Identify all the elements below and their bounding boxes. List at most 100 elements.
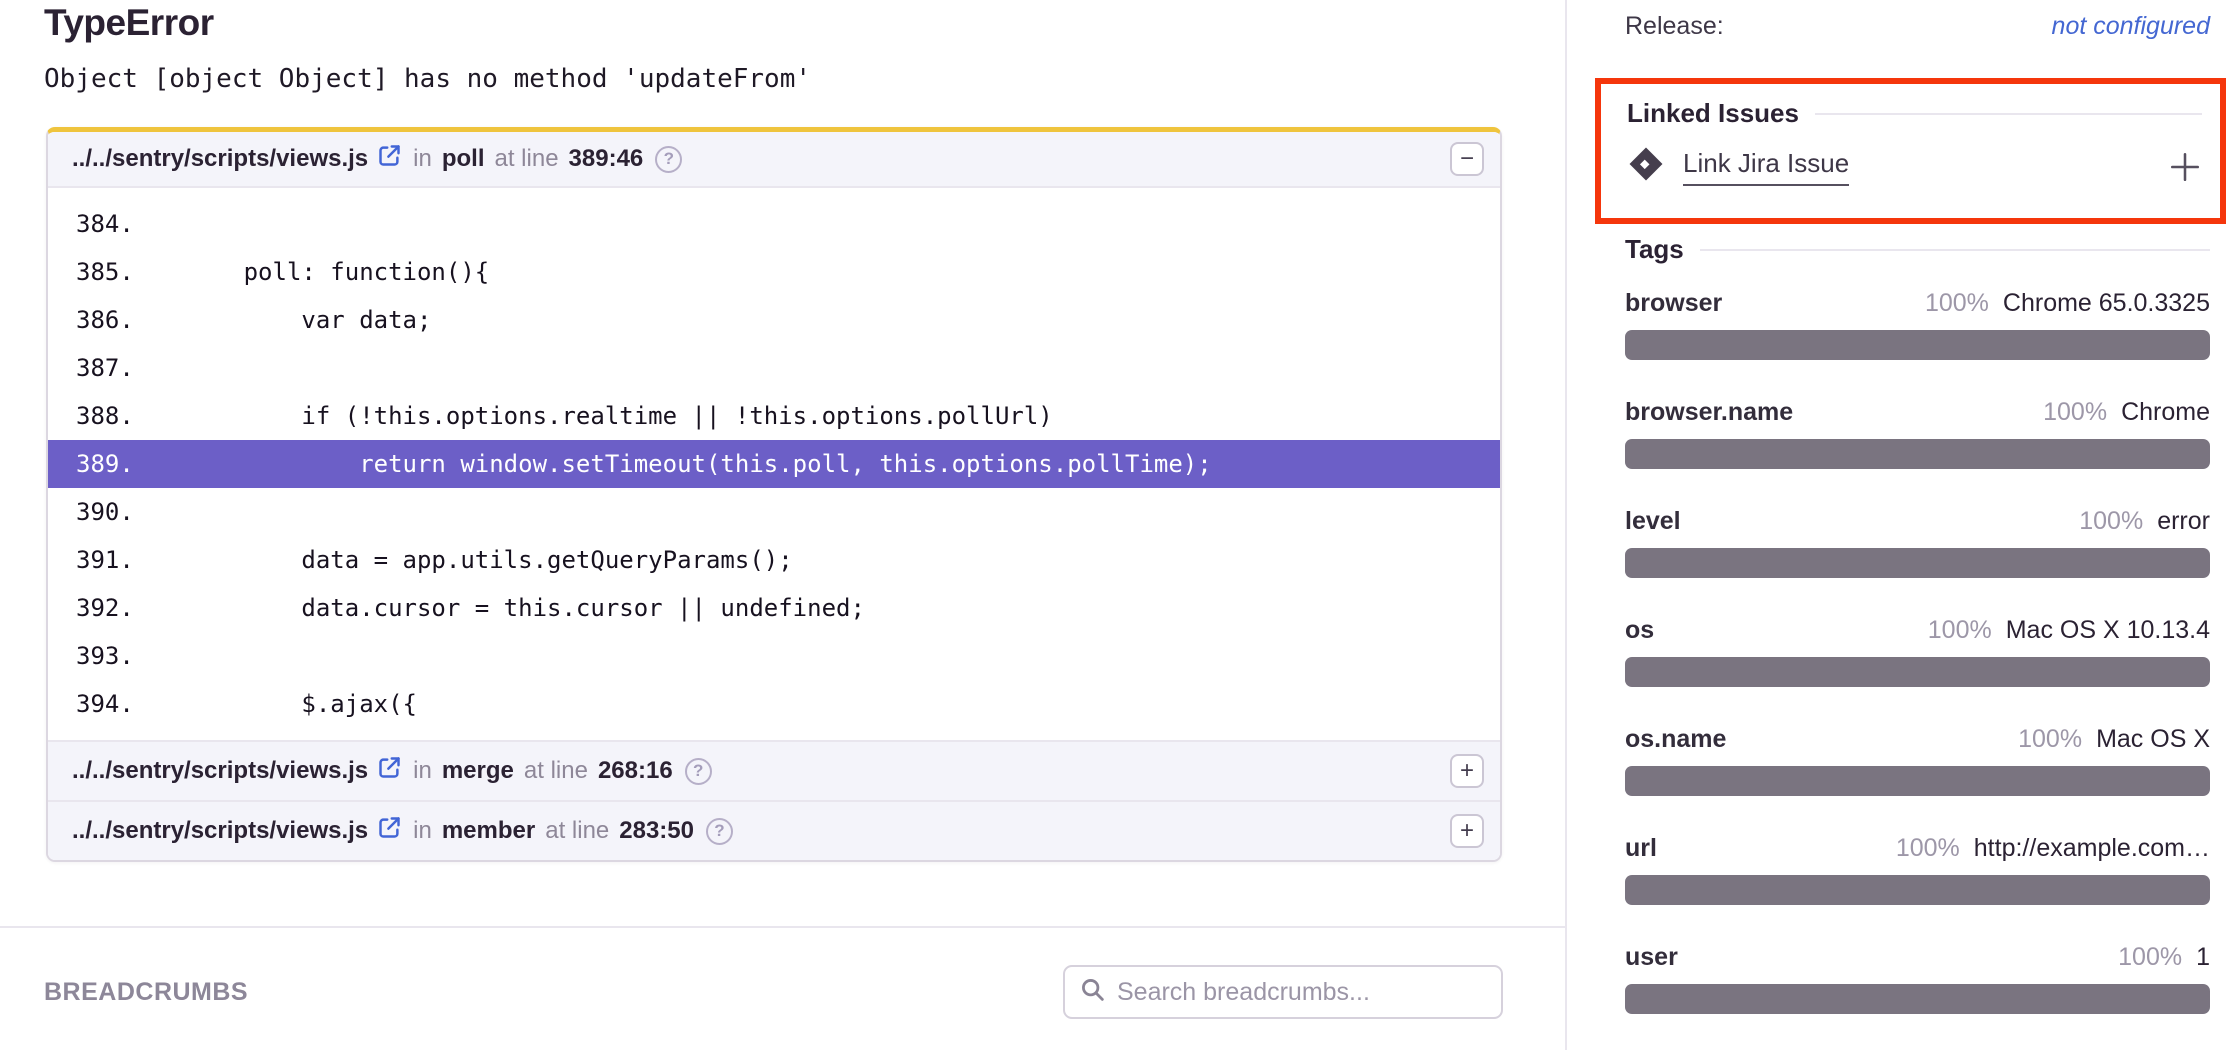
breadcrumbs-search-box[interactable] [1063, 965, 1503, 1019]
plus-icon [2168, 150, 2202, 184]
tag-key[interactable]: os [1625, 616, 1654, 645]
error-title: TypeError [44, 2, 214, 44]
tag-key[interactable]: browser.name [1625, 398, 1793, 427]
tag-distribution-bar [1625, 548, 2210, 578]
tag-percent: 100% [2118, 943, 2182, 972]
line-column-number: 389:46 [569, 145, 644, 173]
frame-header: ../../sentry/scripts/views.js in merge a… [48, 740, 1500, 800]
error-message: Object [object Object] has no method 'up… [44, 64, 811, 94]
code-line: 392. data.cursor = this.cursor || undefi… [48, 584, 1500, 632]
code-line: 388. if (!this.options.realtime || !this… [48, 392, 1500, 440]
tag-key[interactable]: url [1625, 834, 1657, 863]
code-line: 386. var data; [48, 296, 1500, 344]
line-number-gutter: 393. [48, 642, 128, 670]
link-jira-issue-row: Link Jira Issue [1627, 145, 2202, 188]
function-name: merge [442, 757, 514, 785]
tag-value[interactable]: Mac OS X 10.13.4 [2006, 616, 2210, 645]
tag-distribution-bar [1625, 875, 2210, 905]
tag-percent: 100% [2018, 725, 2082, 754]
add-linked-issue-button[interactable] [2168, 150, 2202, 184]
tag-value[interactable]: Chrome [2121, 398, 2210, 427]
tag-key[interactable]: os.name [1625, 725, 1726, 754]
external-link-icon [376, 754, 403, 788]
tag-percent: 100% [1925, 289, 1989, 318]
source-file-link[interactable]: ../../sentry/scripts/views.js [72, 814, 403, 848]
line-number-gutter: 388. [48, 402, 128, 430]
external-link-icon [376, 814, 403, 848]
tag-value[interactable]: Mac OS X [2096, 725, 2210, 754]
tag-key[interactable]: browser [1625, 289, 1722, 318]
tag-value[interactable]: 1 [2196, 943, 2210, 972]
tag-row: os.name 100% Mac OS X [1625, 725, 2210, 796]
tag-percent: 100% [1896, 834, 1960, 863]
tag-row: level 100% error [1625, 507, 2210, 578]
code-line: 394. $.ajax({ [48, 680, 1500, 728]
code-line: 384. [48, 200, 1500, 248]
function-name: member [442, 817, 535, 845]
code-text: $.ajax({ [128, 690, 1500, 718]
platform-js-badge: JS [8, 129, 52, 173]
frame-header: ../../sentry/scripts/views.js in poll at… [48, 132, 1500, 188]
release-label: Release: [1625, 12, 1724, 41]
expand-frame-button[interactable]: + [1450, 814, 1484, 848]
breadcrumbs-search-input[interactable] [1117, 978, 1487, 1007]
code-line: 390. [48, 488, 1500, 536]
tag-distribution-bar [1625, 766, 2210, 796]
tag-key[interactable]: level [1625, 507, 1681, 536]
in-label: in [413, 817, 432, 845]
tag-percent: 100% [1928, 616, 1992, 645]
tag-row-header: browser 100% Chrome 65.0.3325 [1625, 289, 2210, 318]
code-line: 393. [48, 632, 1500, 680]
linked-issues-annotation-box: Linked Issues Link Jira Issue [1595, 78, 2226, 224]
source-file-path: ../../sentry/scripts/views.js [72, 757, 368, 785]
expand-frame-button[interactable]: + [1450, 754, 1484, 788]
tag-value[interactable]: error [2157, 507, 2210, 536]
line-number-gutter: 391. [48, 546, 128, 574]
code-line: 387. [48, 344, 1500, 392]
tag-row-header: level 100% error [1625, 507, 2210, 536]
tag-row-header: browser.name100%Chrome [1625, 398, 2210, 427]
tag-value[interactable]: http://example.com… [1974, 834, 2210, 863]
tags-header: Tags [1625, 234, 2210, 265]
at-line-label: at line [545, 817, 609, 845]
tag-row-header: url 100% http://example.com… [1625, 834, 2210, 863]
tag-list: browser100%Chrome 65.0.3325browser.name1… [1625, 289, 2210, 1014]
tag-percent: 100% [2079, 507, 2143, 536]
in-label: in [413, 145, 432, 173]
breadcrumbs-section: BREADCRUMBS [0, 926, 1565, 1050]
section-divider [1815, 113, 2202, 115]
source-file-path: ../../sentry/scripts/views.js [72, 145, 368, 173]
line-number-gutter: 394. [48, 690, 128, 718]
line-number-gutter: 384. [48, 210, 128, 238]
code-text: poll: function(){ [128, 258, 1500, 286]
tag-key[interactable]: user [1625, 943, 1678, 972]
function-name: poll [442, 145, 485, 173]
code-text: data = app.utils.getQueryParams(); [128, 546, 1500, 574]
tag-row-header: user 100% 1 [1625, 943, 2210, 972]
line-number-gutter: 389. [48, 450, 128, 478]
line-number-gutter: 386. [48, 306, 128, 334]
tag-row-header: os 100% Mac OS X 10.13.4 [1625, 616, 2210, 645]
tag-row: os 100% Mac OS X 10.13.4 [1625, 616, 2210, 687]
frame-header: ../../sentry/scripts/views.js in member … [48, 800, 1500, 860]
help-icon[interactable]: ? [685, 758, 712, 785]
tag-value[interactable]: Chrome 65.0.3325 [2003, 289, 2210, 318]
tag-distribution-bar [1625, 984, 2210, 1014]
source-file-path: ../../sentry/scripts/views.js [72, 817, 368, 845]
section-divider [1700, 249, 2210, 251]
code-text: if (!this.options.realtime || !this.opti… [128, 402, 1500, 430]
source-file-link[interactable]: ../../sentry/scripts/views.js [72, 754, 403, 788]
release-value-link[interactable]: not configured [2052, 12, 2210, 41]
link-jira-issue-link[interactable]: Link Jira Issue [1683, 148, 1849, 186]
tag-row-header: os.name 100% Mac OS X [1625, 725, 2210, 754]
code-listing: 384.385. poll: function(){386. var data;… [48, 188, 1500, 740]
help-icon[interactable]: ? [706, 818, 733, 845]
collapse-frame-button[interactable]: − [1450, 142, 1484, 176]
source-file-link[interactable]: ../../sentry/scripts/views.js [72, 142, 403, 176]
tags-section: Tags browser 100% Chrome 65.0.3325 browser.… [1625, 234, 2210, 1014]
code-text: var data; [128, 306, 1500, 334]
stacktrace-card: JS ../../sentry/scripts/views.js in poll… [46, 127, 1502, 862]
code-line-highlighted: 389. return window.setTimeout(this.poll,… [48, 440, 1500, 488]
search-icon [1079, 976, 1107, 1009]
help-icon[interactable]: ? [655, 146, 682, 173]
